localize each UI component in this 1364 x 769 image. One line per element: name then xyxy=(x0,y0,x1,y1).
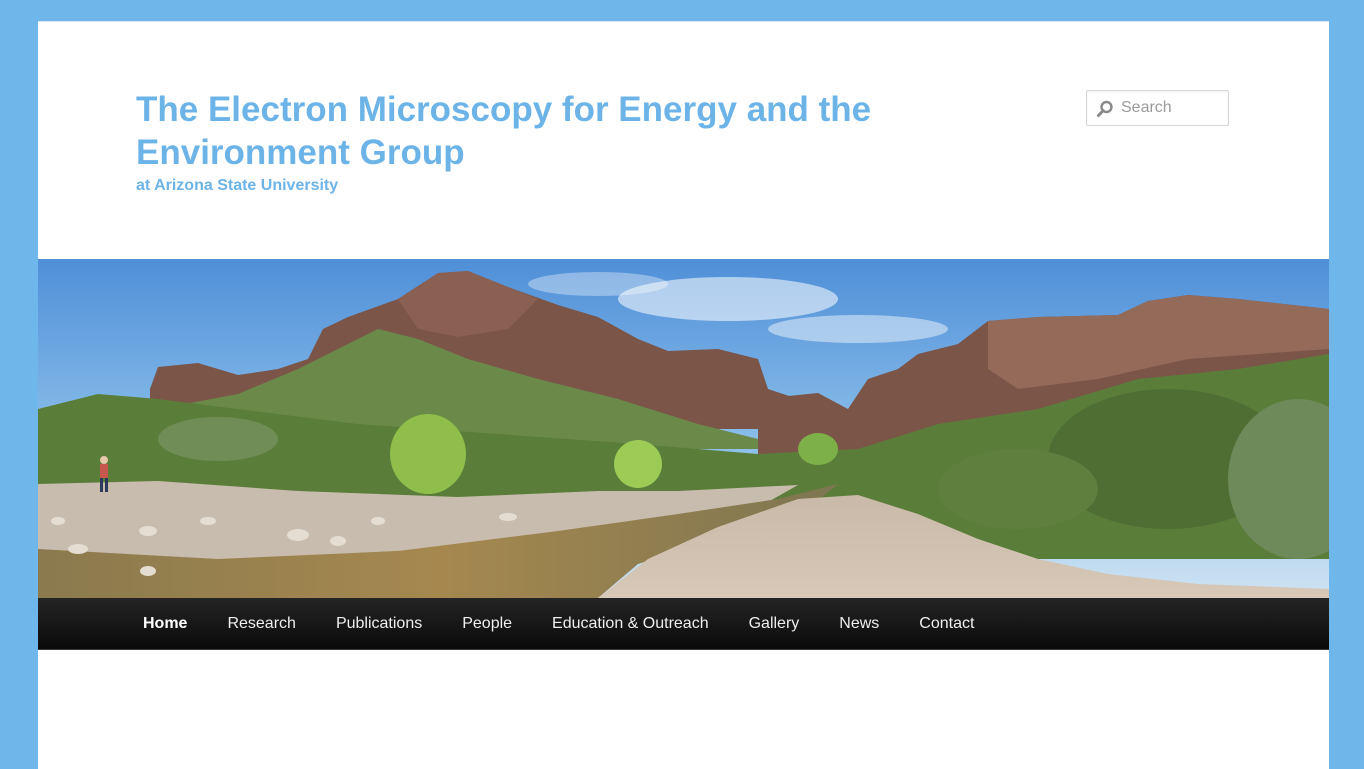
nav-item-education-outreach[interactable]: Education & Outreach xyxy=(532,598,729,649)
search-icon xyxy=(1097,100,1113,117)
banner-image xyxy=(38,259,1329,598)
page-container: The Electron Microscopy for Energy and t… xyxy=(38,21,1329,769)
nav-item-news[interactable]: News xyxy=(819,598,899,649)
site-title[interactable]: The Electron Microscopy for Energy and t… xyxy=(136,88,916,174)
search-box[interactable] xyxy=(1086,90,1229,126)
nav-item-contact[interactable]: Contact xyxy=(899,598,994,649)
nav-item-gallery[interactable]: Gallery xyxy=(729,598,820,649)
nav-menu: Home Research Publications People Educat… xyxy=(38,598,1329,649)
nav-item-research[interactable]: Research xyxy=(207,598,315,649)
search-input[interactable] xyxy=(1121,91,1225,125)
nav-item-home[interactable]: Home xyxy=(123,598,207,649)
nav-item-people[interactable]: People xyxy=(442,598,532,649)
main-nav: Home Research Publications People Educat… xyxy=(38,598,1329,650)
site-tagline: at Arizona State University xyxy=(136,177,339,194)
nav-item-publications[interactable]: Publications xyxy=(316,598,442,649)
